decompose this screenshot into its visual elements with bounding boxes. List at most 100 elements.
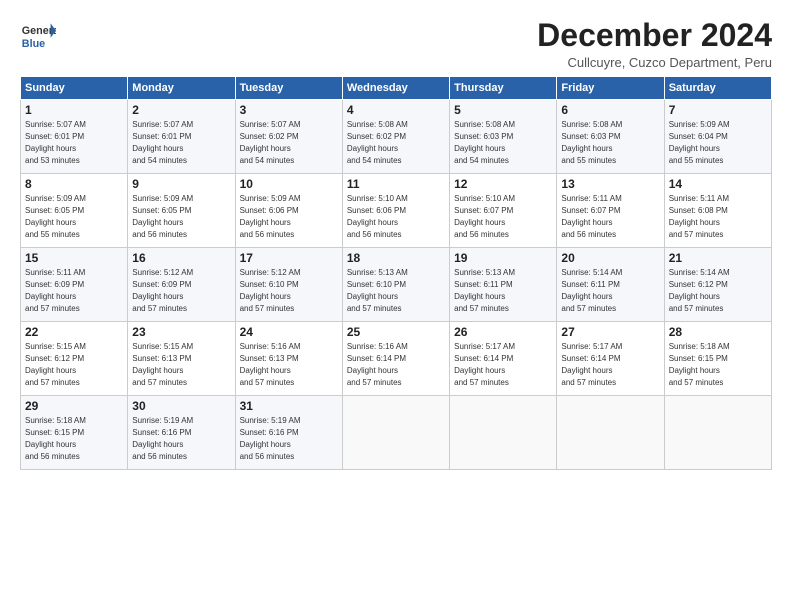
- day-number: 7: [669, 103, 767, 117]
- day-number: 3: [240, 103, 338, 117]
- calendar-cell: 9 Sunrise: 5:09 AMSunset: 6:05 PMDaylight…: [128, 174, 235, 248]
- calendar-cell: 2Sunrise: 5:07 AMSunset: 6:01 PMDaylight…: [128, 100, 235, 174]
- day-number: 26: [454, 325, 552, 339]
- day-number: 10: [240, 177, 338, 191]
- day-number: 24: [240, 325, 338, 339]
- day-info: Sunrise: 5:09 AMSunset: 6:05 PMDaylight …: [25, 194, 86, 238]
- calendar-cell: 8 Sunrise: 5:09 AMSunset: 6:05 PMDaylight…: [21, 174, 128, 248]
- day-number: 17: [240, 251, 338, 265]
- day-number: 11: [347, 177, 445, 191]
- day-info: Sunrise: 5:08 AMSunset: 6:03 PMDaylight …: [561, 120, 622, 164]
- calendar-cell: 27Sunrise: 5:17 AMSunset: 6:14 PMDayligh…: [557, 322, 664, 396]
- calendar-cell: 11 Sunrise: 5:10 AMSunset: 6:06 PMDayligh…: [342, 174, 449, 248]
- calendar-cell: [664, 396, 771, 470]
- day-number: 23: [132, 325, 230, 339]
- calendar-cell: 17 Sunrise: 5:12 AMSunset: 6:10 PMDayligh…: [235, 248, 342, 322]
- weekday-header-monday: Monday: [128, 77, 235, 100]
- day-info: Sunrise: 5:14 AMSunset: 6:11 PMDaylight …: [561, 268, 622, 312]
- weekday-header-sunday: Sunday: [21, 77, 128, 100]
- day-info: Sunrise: 5:09 AMSunset: 6:05 PMDaylight …: [132, 194, 193, 238]
- calendar-cell: 1 Sunrise: 5:07 AMSunset: 6:01 PMDaylight…: [21, 100, 128, 174]
- day-number: 25: [347, 325, 445, 339]
- calendar-cell: 3 Sunrise: 5:07 AMSunset: 6:02 PMDaylight…: [235, 100, 342, 174]
- day-number: 19: [454, 251, 552, 265]
- day-info: Sunrise: 5:13 AMSunset: 6:10 PMDaylight …: [347, 268, 408, 312]
- day-number: 9: [132, 177, 230, 191]
- title-block: December 2024 Cullcuyre, Cuzco Departmen…: [537, 18, 772, 70]
- calendar-cell: 19 Sunrise: 5:13 AMSunset: 6:11 PMDayligh…: [450, 248, 557, 322]
- calendar-cell: 6 Sunrise: 5:08 AMSunset: 6:03 PMDaylight…: [557, 100, 664, 174]
- calendar-cell: 31 Sunrise: 5:19 AMSunset: 6:16 PMDayligh…: [235, 396, 342, 470]
- logo-icon: General Blue: [20, 18, 56, 54]
- day-info: Sunrise: 5:11 AMSunset: 6:07 PMDaylight …: [561, 194, 621, 238]
- day-number: 8: [25, 177, 123, 191]
- day-info: Sunrise: 5:19 AMSunset: 6:16 PMDaylight …: [240, 416, 301, 460]
- calendar-cell: 5 Sunrise: 5:08 AMSunset: 6:03 PMDaylight…: [450, 100, 557, 174]
- day-info: Sunrise: 5:07 AMSunset: 6:02 PMDaylight …: [240, 120, 301, 164]
- day-number: 5: [454, 103, 552, 117]
- calendar-cell: 29Sunrise: 5:18 AMSunset: 6:15 PMDayligh…: [21, 396, 128, 470]
- day-info: Sunrise: 5:08 AMSunset: 6:03 PMDaylight …: [454, 120, 515, 164]
- calendar-cell: 21 Sunrise: 5:14 AMSunset: 6:12 PMDayligh…: [664, 248, 771, 322]
- calendar-table: SundayMondayTuesdayWednesdayThursdayFrid…: [20, 76, 772, 470]
- day-info: Sunrise: 5:16 AMSunset: 6:14 PMDaylight …: [347, 342, 408, 386]
- month-title: December 2024: [537, 18, 772, 53]
- calendar-cell: 14 Sunrise: 5:11 AMSunset: 6:08 PMDayligh…: [664, 174, 771, 248]
- day-info: Sunrise: 5:18 AMSunset: 6:15 PMDaylight …: [669, 342, 730, 386]
- calendar-cell: [557, 396, 664, 470]
- calendar-cell: 10 Sunrise: 5:09 AMSunset: 6:06 PMDayligh…: [235, 174, 342, 248]
- calendar-cell: [450, 396, 557, 470]
- day-number: 29: [25, 399, 123, 413]
- day-info: Sunrise: 5:09 AMSunset: 6:06 PMDaylight …: [240, 194, 301, 238]
- day-info: Sunrise: 5:17 AMSunset: 6:14 PMDaylight …: [454, 342, 515, 386]
- calendar-cell: 4Sunrise: 5:08 AMSunset: 6:02 PMDaylight…: [342, 100, 449, 174]
- weekday-header-saturday: Saturday: [664, 77, 771, 100]
- day-info: Sunrise: 5:12 AMSunset: 6:10 PMDaylight …: [240, 268, 301, 312]
- calendar-cell: 15Sunrise: 5:11 AMSunset: 6:09 PMDayligh…: [21, 248, 128, 322]
- day-number: 14: [669, 177, 767, 191]
- day-info: Sunrise: 5:14 AMSunset: 6:12 PMDaylight …: [669, 268, 730, 312]
- weekday-header-wednesday: Wednesday: [342, 77, 449, 100]
- day-info: Sunrise: 5:16 AMSunset: 6:13 PMDaylight …: [240, 342, 301, 386]
- day-number: 18: [347, 251, 445, 265]
- day-info: Sunrise: 5:15 AMSunset: 6:12 PMDaylight …: [25, 342, 86, 386]
- day-info: Sunrise: 5:10 AMSunset: 6:07 PMDaylight …: [454, 194, 515, 238]
- day-info: Sunrise: 5:12 AMSunset: 6:09 PMDaylight …: [132, 268, 193, 312]
- day-number: 20: [561, 251, 659, 265]
- calendar-cell: 7 Sunrise: 5:09 AMSunset: 6:04 PMDaylight…: [664, 100, 771, 174]
- calendar-cell: 25 Sunrise: 5:16 AMSunset: 6:14 PMDayligh…: [342, 322, 449, 396]
- day-number: 22: [25, 325, 123, 339]
- calendar-cell: 20 Sunrise: 5:14 AMSunset: 6:11 PMDayligh…: [557, 248, 664, 322]
- svg-text:Blue: Blue: [22, 38, 45, 50]
- day-info: Sunrise: 5:08 AMSunset: 6:02 PMDaylight …: [347, 120, 408, 164]
- day-info: Sunrise: 5:13 AMSunset: 6:11 PMDaylight …: [454, 268, 515, 312]
- day-number: 31: [240, 399, 338, 413]
- day-number: 12: [454, 177, 552, 191]
- calendar-cell: 12 Sunrise: 5:10 AMSunset: 6:07 PMDayligh…: [450, 174, 557, 248]
- day-info: Sunrise: 5:17 AMSunset: 6:14 PMDaylight …: [561, 342, 622, 386]
- day-info: Sunrise: 5:07 AMSunset: 6:01 PMDaylight …: [25, 120, 86, 164]
- day-info: Sunrise: 5:07 AMSunset: 6:01 PMDaylight …: [132, 120, 193, 164]
- calendar-cell: 26 Sunrise: 5:17 AMSunset: 6:14 PMDayligh…: [450, 322, 557, 396]
- weekday-header-tuesday: Tuesday: [235, 77, 342, 100]
- logo: General Blue: [20, 18, 56, 54]
- calendar-cell: 13Sunrise: 5:11 AMSunset: 6:07 PMDayligh…: [557, 174, 664, 248]
- calendar-cell: [342, 396, 449, 470]
- day-number: 21: [669, 251, 767, 265]
- day-info: Sunrise: 5:09 AMSunset: 6:04 PMDaylight …: [669, 120, 730, 164]
- day-info: Sunrise: 5:11 AMSunset: 6:08 PMDaylight …: [669, 194, 729, 238]
- day-number: 16: [132, 251, 230, 265]
- day-number: 15: [25, 251, 123, 265]
- day-number: 28: [669, 325, 767, 339]
- calendar-cell: 23Sunrise: 5:15 AMSunset: 6:13 PMDayligh…: [128, 322, 235, 396]
- day-number: 6: [561, 103, 659, 117]
- day-info: Sunrise: 5:19 AMSunset: 6:16 PMDaylight …: [132, 416, 193, 460]
- day-number: 30: [132, 399, 230, 413]
- day-info: Sunrise: 5:10 AMSunset: 6:06 PMDaylight …: [347, 194, 408, 238]
- calendar-cell: 24 Sunrise: 5:16 AMSunset: 6:13 PMDayligh…: [235, 322, 342, 396]
- calendar-cell: 22 Sunrise: 5:15 AMSunset: 6:12 PMDayligh…: [21, 322, 128, 396]
- day-number: 1: [25, 103, 123, 117]
- calendar-cell: 18 Sunrise: 5:13 AMSunset: 6:10 PMDayligh…: [342, 248, 449, 322]
- location: Cullcuyre, Cuzco Department, Peru: [537, 55, 772, 70]
- calendar-cell: 30 Sunrise: 5:19 AMSunset: 6:16 PMDayligh…: [128, 396, 235, 470]
